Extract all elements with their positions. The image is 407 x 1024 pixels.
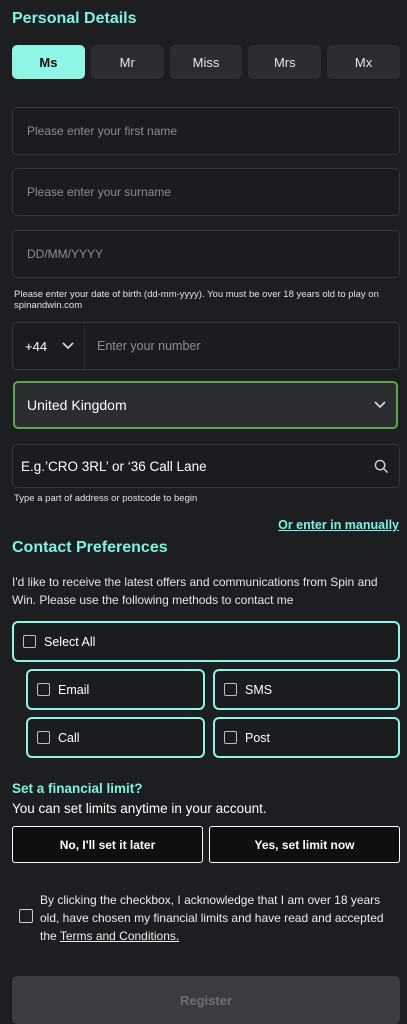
- call-checkbox[interactable]: Call: [26, 717, 205, 758]
- address-placeholder: E.g.’CRO 3RL’ or ‘36 Call Lane: [21, 458, 207, 474]
- phone-code-select[interactable]: +44: [13, 323, 85, 369]
- email-label: Email: [58, 682, 90, 697]
- search-icon[interactable]: [374, 459, 389, 474]
- email-checkbox[interactable]: Email: [26, 669, 205, 710]
- enter-manually-link[interactable]: Or enter in manually: [278, 518, 399, 532]
- chevron-down-icon: [374, 401, 386, 409]
- select-all-checkbox[interactable]: Select All: [12, 621, 400, 662]
- dob-field[interactable]: DD/MM/YYYY: [12, 230, 400, 278]
- contact-description: I'd like to receive the latest offers an…: [12, 575, 378, 607]
- phone-code-value: +44: [25, 338, 48, 354]
- checkbox-icon: [37, 683, 50, 696]
- checkbox-icon: [224, 731, 237, 744]
- personal-details-heading: Personal Details: [12, 10, 137, 27]
- surname-field[interactable]: Please enter your surname: [12, 168, 400, 216]
- phone-number-input[interactable]: Enter your number: [85, 339, 201, 353]
- contact-preferences-heading: Contact Preferences: [12, 539, 168, 556]
- terms-checkbox[interactable]: [19, 909, 33, 923]
- consent-text: By clicking the checkbox, I acknowledge …: [40, 891, 395, 945]
- call-label: Call: [58, 730, 80, 745]
- phone-field: +44 Enter your number: [12, 322, 400, 370]
- title-mrs-button[interactable]: Mrs: [248, 45, 322, 79]
- set-limit-later-button[interactable]: No, I'll set it later: [12, 826, 203, 863]
- checkbox-icon: [23, 635, 36, 648]
- surname-placeholder: Please enter your surname: [27, 185, 172, 199]
- checkbox-icon: [37, 731, 50, 744]
- chevron-down-icon: [62, 342, 74, 350]
- dob-hint: Please enter your date of birth (dd-mm-y…: [14, 289, 379, 311]
- terms-link[interactable]: Terms and Conditions.: [60, 929, 179, 943]
- title-mx-button[interactable]: Mx: [327, 45, 400, 79]
- sms-checkbox[interactable]: SMS: [213, 669, 400, 710]
- first-name-field[interactable]: Please enter your first name: [12, 107, 400, 155]
- register-button[interactable]: Register: [12, 976, 400, 1024]
- address-search-input[interactable]: E.g.’CRO 3RL’ or ‘36 Call Lane: [12, 444, 400, 488]
- title-selector: Ms Mr Miss Mrs Mx: [12, 45, 400, 79]
- country-value: United Kingdom: [27, 397, 127, 413]
- post-label: Post: [245, 730, 271, 745]
- address-hint: Type a part of address or postcode to be…: [14, 493, 198, 504]
- post-checkbox[interactable]: Post: [213, 717, 400, 758]
- dob-placeholder: DD/MM/YYYY: [27, 247, 104, 261]
- title-mr-button[interactable]: Mr: [90, 45, 164, 79]
- sms-label: SMS: [245, 682, 273, 697]
- select-all-label: Select All: [44, 634, 96, 649]
- country-select[interactable]: United Kingdom: [13, 381, 398, 429]
- set-limit-now-button[interactable]: Yes, set limit now: [209, 826, 400, 863]
- title-ms-button[interactable]: Ms: [12, 45, 85, 79]
- checkbox-icon: [224, 683, 237, 696]
- financial-limit-heading: Set a financial limit?: [12, 781, 143, 796]
- financial-limit-subtext: You can set limits anytime in your accou…: [12, 801, 267, 816]
- first-name-placeholder: Please enter your first name: [27, 124, 178, 138]
- title-miss-button[interactable]: Miss: [169, 45, 243, 79]
